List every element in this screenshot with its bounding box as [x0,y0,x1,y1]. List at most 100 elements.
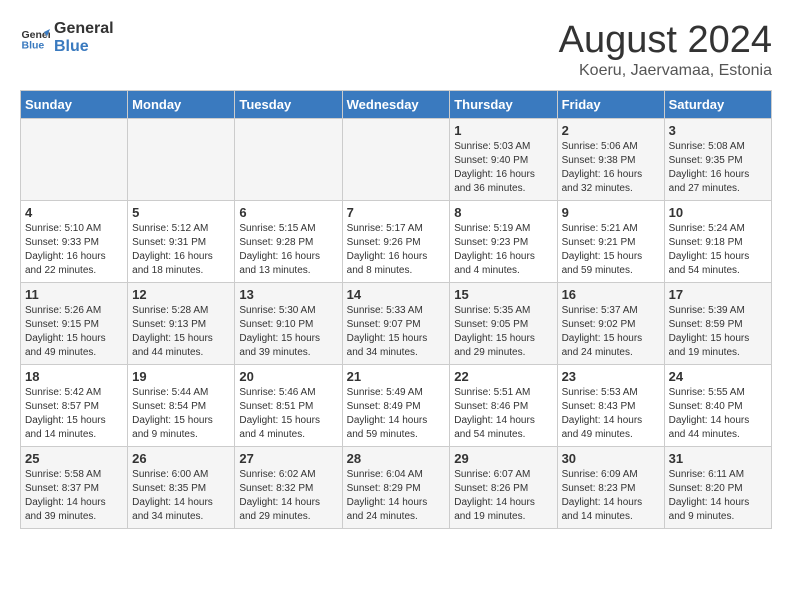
day-info: Sunrise: 5:51 AM Sunset: 8:46 PM Dayligh… [454,386,552,442]
day-info: Sunrise: 5:46 AM Sunset: 8:51 PM Dayligh… [239,386,337,442]
calendar-body: 1 Sunrise: 5:03 AM Sunset: 9:40 PM Daylig… [21,118,772,528]
calendar-cell: 18Sunrise: 5:42 AM Sunset: 8:57 PM Dayli… [21,364,128,446]
calendar-cell: 12Sunrise: 5:28 AM Sunset: 9:13 PM Dayli… [128,282,235,364]
calendar-cell [342,118,450,200]
day-info: Sunrise: 5:03 AM Sunset: 9:40 PM Dayligh… [454,140,552,196]
week-row-0: 1 Sunrise: 5:03 AM Sunset: 9:40 PM Daylig… [21,118,772,200]
calendar-cell: 28 Sunrise: 6:04 AM Sunset: 8:29 PM Dayli… [342,446,450,528]
day-info: Sunrise: 5:24 AM Sunset: 9:18 PM Dayligh… [669,222,767,278]
calendar-cell: 26 Sunrise: 6:00 AM Sunset: 8:35 PM Dayli… [128,446,235,528]
day-info: Sunrise: 5:30 AM Sunset: 9:10 PM Dayligh… [239,304,337,360]
calendar-cell: 15Sunrise: 5:35 AM Sunset: 9:05 PM Dayli… [450,282,557,364]
day-info: Sunrise: 5:19 AM Sunset: 9:23 PM Dayligh… [454,222,552,278]
calendar-header: SundayMondayTuesdayWednesdayThursdayFrid… [21,90,772,118]
week-row-2: 11Sunrise: 5:26 AM Sunset: 9:15 PM Dayli… [21,282,772,364]
day-info: Sunrise: 5:06 AM Sunset: 9:38 PM Dayligh… [562,140,660,196]
day-number: 27 [239,451,337,466]
header-wednesday: Wednesday [342,90,450,118]
calendar-cell: 7 Sunrise: 5:17 AM Sunset: 9:26 PM Daylig… [342,200,450,282]
calendar-cell: 30Sunrise: 6:09 AM Sunset: 8:23 PM Dayli… [557,446,664,528]
header-thursday: Thursday [450,90,557,118]
header-saturday: Saturday [664,90,771,118]
calendar-cell [235,118,342,200]
day-info: Sunrise: 6:00 AM Sunset: 8:35 PM Dayligh… [132,468,230,524]
day-info: Sunrise: 5:17 AM Sunset: 9:26 PM Dayligh… [347,222,446,278]
day-number: 21 [347,369,446,384]
calendar-cell: 13 Sunrise: 5:30 AM Sunset: 9:10 PM Dayli… [235,282,342,364]
day-number: 26 [132,451,230,466]
day-info: Sunrise: 5:08 AM Sunset: 9:35 PM Dayligh… [669,140,767,196]
calendar-cell: 8 Sunrise: 5:19 AM Sunset: 9:23 PM Daylig… [450,200,557,282]
calendar-cell: 16Sunrise: 5:37 AM Sunset: 9:02 PM Dayli… [557,282,664,364]
calendar-cell: 6Sunrise: 5:15 AM Sunset: 9:28 PM Daylig… [235,200,342,282]
day-info: Sunrise: 6:11 AM Sunset: 8:20 PM Dayligh… [669,468,767,524]
calendar-cell: 31Sunrise: 6:11 AM Sunset: 8:20 PM Dayli… [664,446,771,528]
calendar-cell: 29 Sunrise: 6:07 AM Sunset: 8:26 PM Dayli… [450,446,557,528]
day-info: Sunrise: 6:07 AM Sunset: 8:26 PM Dayligh… [454,468,552,524]
calendar-cell: 10 Sunrise: 5:24 AM Sunset: 9:18 PM Dayli… [664,200,771,282]
header: General Blue General Blue August 2024 Ko… [20,20,772,80]
calendar-cell: 4Sunrise: 5:10 AM Sunset: 9:33 PM Daylig… [21,200,128,282]
day-info: Sunrise: 6:04 AM Sunset: 8:29 PM Dayligh… [347,468,446,524]
calendar-cell: 9Sunrise: 5:21 AM Sunset: 9:21 PM Daylig… [557,200,664,282]
location-subtitle: Koeru, Jaervamaa, Estonia [559,62,772,80]
header-row: SundayMondayTuesdayWednesdayThursdayFrid… [21,90,772,118]
day-info: Sunrise: 5:10 AM Sunset: 9:33 PM Dayligh… [25,222,123,278]
day-number: 2 [562,123,660,138]
svg-text:Blue: Blue [22,40,45,52]
day-number: 16 [562,287,660,302]
calendar-cell [21,118,128,200]
calendar-cell: 5 Sunrise: 5:12 AM Sunset: 9:31 PM Daylig… [128,200,235,282]
calendar-cell: 1 Sunrise: 5:03 AM Sunset: 9:40 PM Daylig… [450,118,557,200]
calendar-cell: 24 Sunrise: 5:55 AM Sunset: 8:40 PM Dayli… [664,364,771,446]
calendar-cell: 22Sunrise: 5:51 AM Sunset: 8:46 PM Dayli… [450,364,557,446]
calendar-cell [128,118,235,200]
week-row-4: 25 Sunrise: 5:58 AM Sunset: 8:37 PM Dayli… [21,446,772,528]
day-number: 25 [25,451,123,466]
title-area: August 2024 Koeru, Jaervamaa, Estonia [559,20,772,80]
day-number: 11 [25,287,123,302]
day-number: 3 [669,123,767,138]
calendar-cell: 23 Sunrise: 5:53 AM Sunset: 8:43 PM Dayli… [557,364,664,446]
day-info: Sunrise: 5:53 AM Sunset: 8:43 PM Dayligh… [562,386,660,442]
calendar-cell: 21Sunrise: 5:49 AM Sunset: 8:49 PM Dayli… [342,364,450,446]
logo-icon: General Blue [20,23,50,53]
day-number: 8 [454,205,552,220]
header-friday: Friday [557,90,664,118]
week-row-3: 18Sunrise: 5:42 AM Sunset: 8:57 PM Dayli… [21,364,772,446]
day-number: 23 [562,369,660,384]
logo-line1: General [54,20,114,38]
day-number: 12 [132,287,230,302]
day-number: 14 [347,287,446,302]
calendar-cell: 20 Sunrise: 5:46 AM Sunset: 8:51 PM Dayli… [235,364,342,446]
day-number: 5 [132,205,230,220]
day-number: 29 [454,451,552,466]
day-number: 24 [669,369,767,384]
day-number: 7 [347,205,446,220]
day-number: 1 [454,123,552,138]
day-number: 20 [239,369,337,384]
day-number: 10 [669,205,767,220]
logo-line2: Blue [54,38,114,56]
day-number: 13 [239,287,337,302]
day-info: Sunrise: 5:15 AM Sunset: 9:28 PM Dayligh… [239,222,337,278]
calendar-cell: 19Sunrise: 5:44 AM Sunset: 8:54 PM Dayli… [128,364,235,446]
day-number: 18 [25,369,123,384]
calendar-cell: 2 Sunrise: 5:06 AM Sunset: 9:38 PM Daylig… [557,118,664,200]
day-info: Sunrise: 5:55 AM Sunset: 8:40 PM Dayligh… [669,386,767,442]
day-info: Sunrise: 5:39 AM Sunset: 8:59 PM Dayligh… [669,304,767,360]
calendar-table: SundayMondayTuesdayWednesdayThursdayFrid… [20,90,772,529]
day-number: 15 [454,287,552,302]
calendar-cell: 11Sunrise: 5:26 AM Sunset: 9:15 PM Dayli… [21,282,128,364]
day-number: 9 [562,205,660,220]
day-info: Sunrise: 5:12 AM Sunset: 9:31 PM Dayligh… [132,222,230,278]
header-sunday: Sunday [21,90,128,118]
day-info: Sunrise: 5:58 AM Sunset: 8:37 PM Dayligh… [25,468,123,524]
header-tuesday: Tuesday [235,90,342,118]
calendar-cell: 3 Sunrise: 5:08 AM Sunset: 9:35 PM Daylig… [664,118,771,200]
calendar-cell: 25 Sunrise: 5:58 AM Sunset: 8:37 PM Dayli… [21,446,128,528]
day-number: 28 [347,451,446,466]
day-info: Sunrise: 5:33 AM Sunset: 9:07 PM Dayligh… [347,304,446,360]
calendar-cell: 27Sunrise: 6:02 AM Sunset: 8:32 PM Dayli… [235,446,342,528]
logo: General Blue General Blue [20,20,114,56]
